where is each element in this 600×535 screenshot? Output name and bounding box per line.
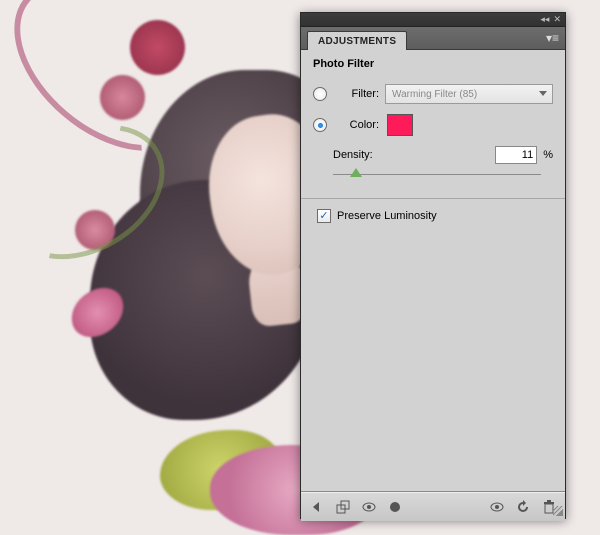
preserve-luminosity-checkbox[interactable]: ✓ — [317, 209, 331, 223]
color-radio[interactable] — [313, 118, 327, 132]
collapse-icon[interactable]: ◂◂ — [540, 15, 549, 24]
panel-tabbar: ADJUSTMENTS ▾≡ — [301, 27, 565, 50]
color-swatch[interactable] — [387, 114, 413, 136]
filter-dropdown-value: Warming Filter (85) — [392, 89, 477, 100]
back-arrow-icon[interactable] — [309, 499, 325, 515]
panel-body: Photo Filter Filter: Warming Filter (85)… — [301, 50, 565, 492]
density-row: Density: 11 % — [313, 146, 553, 164]
close-icon[interactable]: ✕ — [553, 15, 561, 24]
panel-titlebar[interactable]: ◂◂ ✕ — [301, 13, 565, 27]
panel-footer — [301, 492, 565, 521]
density-label: Density: — [333, 149, 395, 161]
preserve-luminosity-row: ✓ Preserve Luminosity — [317, 209, 553, 223]
adjustments-panel: ◂◂ ✕ ADJUSTMENTS ▾≡ Photo Filter Filter:… — [300, 12, 566, 519]
density-unit: % — [543, 149, 553, 161]
color-row: Color: — [313, 114, 553, 136]
color-label: Color: — [333, 119, 379, 131]
reset-eye-icon[interactable] — [489, 499, 505, 515]
density-slider[interactable] — [333, 168, 541, 182]
divider — [301, 198, 565, 199]
eye-icon[interactable] — [361, 499, 377, 515]
filter-row: Filter: Warming Filter (85) — [313, 84, 553, 104]
clip-to-layer-icon[interactable] — [335, 499, 351, 515]
filter-radio[interactable] — [313, 87, 327, 101]
tab-adjustments[interactable]: ADJUSTMENTS — [307, 31, 407, 50]
panel-menu-icon[interactable]: ▾≡ — [546, 31, 559, 45]
resize-grip-icon[interactable] — [553, 506, 563, 516]
reset-icon[interactable] — [515, 499, 531, 515]
filter-label: Filter: — [333, 88, 379, 100]
density-input[interactable]: 11 — [495, 146, 537, 164]
filter-dropdown[interactable]: Warming Filter (85) — [385, 84, 553, 104]
preserve-luminosity-label: Preserve Luminosity — [337, 210, 437, 222]
section-title: Photo Filter — [313, 58, 553, 70]
view-previous-icon[interactable] — [387, 499, 403, 515]
